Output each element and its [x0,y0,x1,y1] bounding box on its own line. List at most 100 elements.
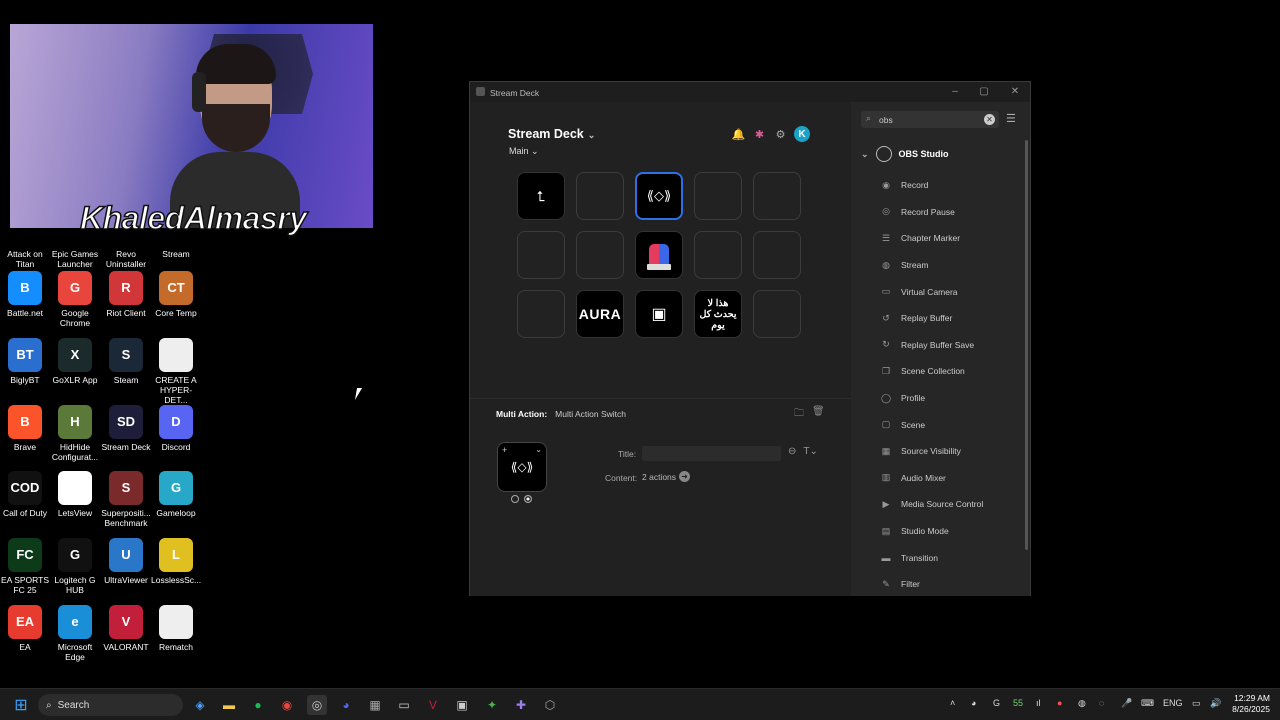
action-item[interactable]: ❐ Scene Collection [851,358,1021,385]
deck-key-5[interactable] [753,172,801,220]
desktop-icon[interactable]: L LetsView [50,471,100,518]
desktop-icon[interactable]: S Superpositi... Benchmark [101,471,151,528]
action-item[interactable]: ▢ Scene [851,411,1021,438]
action-item[interactable]: ◍ Stream [851,252,1021,279]
action-item[interactable]: ▶ Media Source Control [851,491,1021,518]
deck-key-15[interactable] [753,290,801,338]
key-preview[interactable]: + ⌄ ⟪◇⟫ [497,442,547,492]
bell-icon[interactable]: 🔔 [731,127,746,142]
app-icon[interactable]: ✦ [482,695,502,715]
desktop-icon[interactable]: e Microsoft Edge [50,605,100,662]
action-item[interactable]: ▥ Audio Mixer [851,465,1021,492]
list-view-icon[interactable]: ☰ [1006,112,1016,125]
desktop-icon[interactable]: Rematch [151,605,201,652]
desktop-icon[interactable]: B Brave [0,405,50,452]
terminal-icon[interactable]: ▭ [394,695,414,715]
tray-app-icon-4[interactable]: ◌ [1099,698,1104,708]
desktop-icon[interactable]: X GoXLR App [50,338,100,385]
nvidia-icon[interactable]: ▣ [452,695,472,715]
chrome-icon[interactable]: ◉ [277,695,297,715]
state-dot-2[interactable] [524,495,532,503]
avatar[interactable]: K [794,126,810,142]
title-input[interactable] [642,446,781,461]
plus-icon[interactable]: + [502,445,507,455]
title-bar[interactable]: Stream Deck – ▢ ✕ [470,82,1030,102]
desktop-icon[interactable]: EA EA [0,605,50,652]
discord-taskbar-icon[interactable]: ◕ [336,695,356,715]
desktop-icon[interactable]: SD Stream Deck [101,405,151,452]
valorant-taskbar-icon[interactable]: V [423,695,443,715]
folder-icon[interactable]: 🗀 [794,406,804,423]
category-obs-studio[interactable]: ⌄ OBS Studio [861,146,949,162]
gear-icon[interactable]: ⚙ [773,127,788,142]
action-item[interactable]: ◎ Record Pause [851,199,1021,226]
arrow-right-icon[interactable]: ➜ [679,471,691,482]
clock[interactable]: 12:29 AM 8/26/2025 [1224,693,1270,715]
chevron-up-icon[interactable]: ˄ [950,698,955,708]
network-icon[interactable]: ▭ [1192,698,1201,709]
desktop-icon[interactable]: COD Call of Duty [0,471,50,518]
deck-key-8[interactable] [635,231,683,279]
desktop-icon[interactable]: D Discord [151,405,201,452]
action-item[interactable]: ↻ Replay Buffer Save [851,332,1021,359]
device-selector[interactable]: Stream Deck ⌄ [508,127,595,141]
action-item[interactable]: ◉ Record [851,172,1021,199]
content-value[interactable]: 2 actions ➜ [642,471,691,482]
search-input[interactable] [879,112,979,127]
action-search[interactable]: ⌕ ✕ [861,111,999,128]
clear-search-icon[interactable]: ✕ [984,114,995,125]
trash-icon[interactable]: 🗑 [812,406,825,423]
tray-app-icon-2[interactable]: ıl [1036,698,1041,708]
stream-deck-window[interactable]: Stream Deck – ▢ ✕ Stream Deck ⌄ Main ⌄ 🔔 … [469,81,1031,596]
file-explorer-icon[interactable]: ▬ [219,695,239,715]
profile-selector[interactable]: Main ⌄ [509,146,539,157]
maximize-button[interactable]: ▢ [977,85,991,99]
windows-start-icon[interactable]: ⊞ [11,695,31,715]
deck-key-10[interactable] [753,231,801,279]
action-item[interactable]: ▤ Studio Mode [851,518,1021,545]
settings-taskbar-icon[interactable]: ⬡ [540,695,560,715]
desktop-icon[interactable]: FC EA SPORTS FC 25 [0,538,50,595]
text-format-icon[interactable]: T⌄ [803,446,818,457]
link-icon[interactable]: ⊖ [788,446,796,457]
scrollbar[interactable] [1025,140,1028,550]
deck-key-9[interactable] [694,231,742,279]
desktop-icon[interactable]: BT BiglyBT [0,338,50,385]
tray-app-icon[interactable]: G [993,698,1000,708]
keyboard-icon[interactable]: ⌨ [1141,698,1154,709]
obs-taskbar-icon[interactable]: ◎ [307,695,327,715]
deck-key-7[interactable] [576,231,624,279]
deck-key-1[interactable]: ⮤ [517,172,565,220]
desktop-icon[interactable]: G Logitech G HUB [50,538,100,595]
microphone-icon[interactable]: 🎤 [1121,698,1132,709]
desktop-icon[interactable]: CREATE A HYPER-DET... [151,338,201,405]
desktop-icon[interactable]: U UltraViewer [101,538,151,585]
action-item[interactable]: ✎ Filter [851,571,1021,598]
taskbar-search[interactable]: ⌕ Search [38,694,183,716]
minimize-button[interactable]: – [948,85,962,99]
deck-key-6[interactable] [517,231,565,279]
desktop-icon[interactable]: V VALORANT [101,605,151,652]
deck-key-13[interactable]: ▣ [635,290,683,338]
action-item[interactable]: ▦ Source Visibility [851,438,1021,465]
desktop-icon[interactable]: H HidHide Configurat... [50,405,100,462]
state-dot-1[interactable] [511,495,519,503]
desktop-icon[interactable]: R Riot Client [101,271,151,318]
chevron-down-icon[interactable]: ⌄ [535,445,542,454]
discord-tray-icon[interactable]: ◕ [971,698,976,708]
deck-key-4[interactable] [694,172,742,220]
desktop-icon[interactable]: G Gameloop [151,471,201,518]
action-item[interactable]: ☰ Chapter Marker [851,225,1021,252]
deck-key-14[interactable]: هذا لا يحدث كل يوم [694,290,742,338]
desktop-icon[interactable]: G Google Chrome [50,271,100,328]
deck-key-2[interactable] [576,172,624,220]
deck-key-11[interactable] [517,290,565,338]
desktop-icon[interactable]: B Battle.net [0,271,50,318]
temp-indicator[interactable]: 55 [1013,698,1023,708]
action-item[interactable]: ↺ Replay Buffer [851,305,1021,332]
game-controller-icon[interactable]: ✚ [511,695,531,715]
desktop-icon[interactable]: S Steam [101,338,151,385]
stream-deck-taskbar-icon[interactable]: ▦ [365,695,385,715]
action-item[interactable]: ◯ Profile [851,385,1021,412]
desktop-icon[interactable]: CT Core Temp [151,271,201,318]
